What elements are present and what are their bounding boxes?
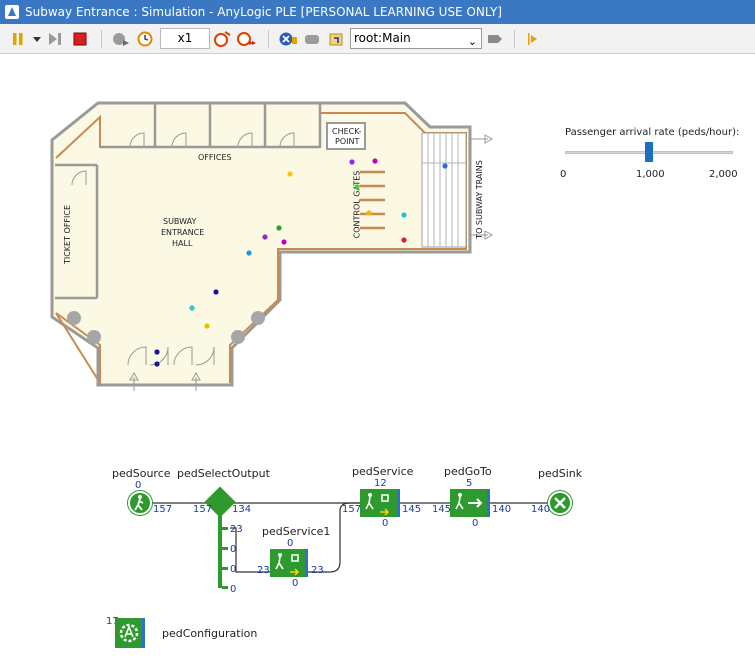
pause-icon[interactable] (8, 29, 28, 49)
pedestrian (154, 361, 160, 367)
camera-icon[interactable] (485, 29, 505, 49)
home-icon[interactable] (327, 29, 347, 49)
pedservice1-count-top: 0 (287, 538, 294, 549)
pedestrian (154, 349, 160, 355)
developer-panel-icon[interactable] (523, 29, 543, 49)
pedestrian (276, 225, 282, 231)
service-icon (365, 493, 390, 516)
pedestrian (281, 239, 287, 245)
pedestrian (189, 305, 195, 311)
pedsource-count: 0 (135, 480, 142, 491)
close-icon (554, 497, 566, 509)
stop-icon[interactable] (70, 29, 90, 49)
pedservice1-count-bottom: 0 (292, 578, 299, 589)
pedestrian (442, 163, 448, 169)
pedestrian (366, 210, 372, 216)
slider-min-label: 0 (560, 169, 567, 180)
service-icon (275, 553, 300, 576)
pedestrian (246, 250, 252, 256)
window-title: Subway Entrance : Simulation - AnyLogic … (25, 5, 502, 19)
go-to-icon (455, 493, 483, 510)
pedestrian (372, 158, 378, 164)
pedselectoutput-out2: 23 (230, 524, 243, 535)
title-bar: Subway Entrance : Simulation - AnyLogic … (0, 0, 755, 24)
pedestrians-layer (154, 158, 448, 367)
pedservice-out: 145 (402, 504, 422, 515)
pedestrian (349, 159, 355, 165)
pedselectoutput-in: 157 (193, 504, 213, 515)
pedsource-name: pedSource (112, 467, 171, 480)
pedservice-count-top: 12 (374, 478, 387, 489)
slider-max-label: 2,000 (709, 169, 738, 180)
pedservice-name: pedService (352, 465, 414, 478)
pedgoto-out: 140 (492, 504, 512, 515)
toolbar: x1 root:Main ⌄ (0, 24, 755, 54)
pedselectoutput-out5: 0 (230, 584, 237, 595)
dropdown-icon[interactable] (30, 29, 44, 49)
slow-down-icon[interactable] (212, 29, 232, 49)
pedestrian-walk-icon (134, 495, 144, 511)
run-until-icon[interactable] (110, 29, 132, 49)
gear-icon (119, 623, 139, 643)
pedsink-block[interactable] (548, 491, 572, 515)
pedgoto-count-bottom: 0 (472, 518, 479, 529)
pedservice1-name: pedService1 (262, 525, 331, 538)
pedestrian (287, 171, 293, 177)
pedsink-name: pedSink (538, 467, 583, 480)
slider-title: Passenger arrival rate (peds/hour): (565, 127, 740, 138)
realtime-icon[interactable] (136, 29, 156, 49)
pedconfiguration-block[interactable] (115, 618, 145, 648)
pedservice1-in: 23 (257, 565, 270, 576)
pedgoto-block[interactable] (450, 489, 490, 517)
pedservice1-out: 23 (311, 565, 324, 576)
pedservice1-block[interactable] (270, 549, 308, 577)
experiment-icon[interactable] (277, 29, 299, 49)
pedselectoutput-name: pedSelectOutput (177, 467, 270, 480)
pedgoto-count-top: 5 (466, 478, 473, 489)
pedconfiguration-name: pedConfiguration (162, 627, 258, 640)
pedestrian (401, 212, 407, 218)
pedgoto-in: 145 (432, 504, 452, 515)
anylogic-app-icon (5, 5, 19, 19)
model-canvas: OFFICES CHECK- POINT SUBWAY ENTRANCE HAL… (0, 55, 755, 658)
step-icon[interactable] (46, 29, 66, 49)
pedselectoutput-out3: 0 (230, 544, 237, 555)
pedestrian (213, 289, 219, 295)
pedservice-in: 157 (342, 504, 362, 515)
pedsource-out: 157 (153, 504, 173, 515)
pedservice-block[interactable] (360, 489, 400, 517)
navigation-value: root:Main (354, 31, 411, 45)
arrival-rate-slider-thumb[interactable] (645, 142, 653, 162)
back-icon[interactable] (302, 29, 322, 49)
pedestrian (204, 323, 210, 329)
pedgoto-name: pedGoTo (444, 465, 492, 478)
slider-mid-label: 1,000 (636, 169, 665, 180)
pedsink-in: 140 (531, 504, 551, 515)
speed-display: x1 (160, 28, 210, 49)
pedestrian (354, 184, 360, 190)
pedservice-count-bottom: 0 (382, 518, 389, 529)
pedsource-block[interactable] (128, 491, 152, 515)
speed-up-icon[interactable] (236, 29, 258, 49)
pedselectoutput-out4: 0 (230, 564, 237, 575)
pedestrian (401, 237, 407, 243)
navigation-dropdown[interactable]: root:Main ⌄ (350, 28, 482, 49)
pedselectoutput-out1: 134 (232, 504, 252, 515)
chevron-down-icon: ⌄ (467, 35, 477, 48)
pedestrian (262, 234, 268, 240)
